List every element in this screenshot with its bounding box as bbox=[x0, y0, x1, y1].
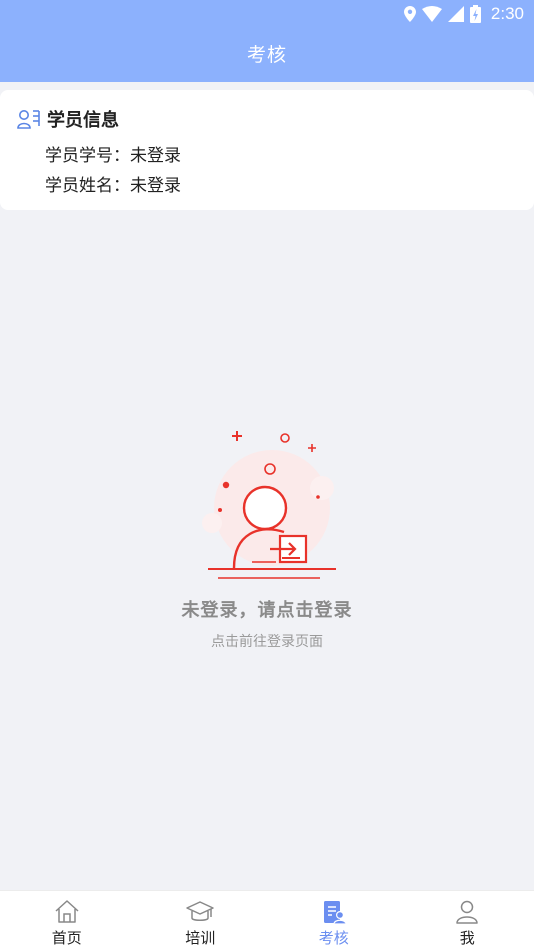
card-title: 学员信息 bbox=[47, 110, 119, 131]
login-prompt-subtitle[interactable]: 点击前往登录页面 bbox=[0, 631, 534, 651]
graduation-cap-icon bbox=[186, 901, 214, 921]
location-icon bbox=[403, 6, 416, 22]
home-icon bbox=[55, 900, 79, 923]
student-name-value: 未登录 bbox=[130, 176, 181, 196]
login-prompt-title[interactable]: 未登录，请点击登录 bbox=[0, 596, 534, 622]
exam-icon bbox=[323, 901, 347, 925]
student-name-row: 学员姓名：未登录 bbox=[45, 171, 181, 196]
page-title: 考核 bbox=[246, 44, 287, 66]
login-illustration[interactable] bbox=[172, 428, 362, 588]
tab-training-label: 培训 bbox=[185, 929, 216, 947]
status-time: 2:30 bbox=[490, 4, 524, 23]
wifi-icon bbox=[421, 6, 442, 22]
student-id-row: 学员学号：未登录 bbox=[45, 141, 181, 166]
student-id-label: 学员学号： bbox=[45, 146, 130, 166]
bottom-tab-bar: 首页 培训 考核 我 bbox=[0, 890, 534, 950]
tab-me-label: 我 bbox=[459, 929, 475, 947]
user-icon bbox=[456, 900, 478, 924]
signal-icon bbox=[447, 6, 464, 22]
app-header: 2:30 考核 bbox=[0, 0, 534, 82]
tab-me[interactable]: 我 bbox=[401, 891, 534, 950]
battery-icon bbox=[469, 5, 481, 23]
status-bar: 2:30 bbox=[0, 0, 534, 28]
tab-exam-label: 考核 bbox=[318, 929, 349, 947]
student-name-label: 学员姓名： bbox=[45, 176, 130, 196]
tab-exam[interactable]: 考核 bbox=[267, 891, 401, 950]
student-id-value: 未登录 bbox=[130, 146, 181, 166]
tab-home-label: 首页 bbox=[51, 929, 82, 947]
student-info-card: 学员信息 学员学号：未登录 学员姓名：未登录 bbox=[0, 90, 534, 210]
tab-home[interactable]: 首页 bbox=[0, 891, 134, 950]
id-card-icon bbox=[17, 110, 40, 129]
tab-training[interactable]: 培训 bbox=[134, 891, 268, 950]
